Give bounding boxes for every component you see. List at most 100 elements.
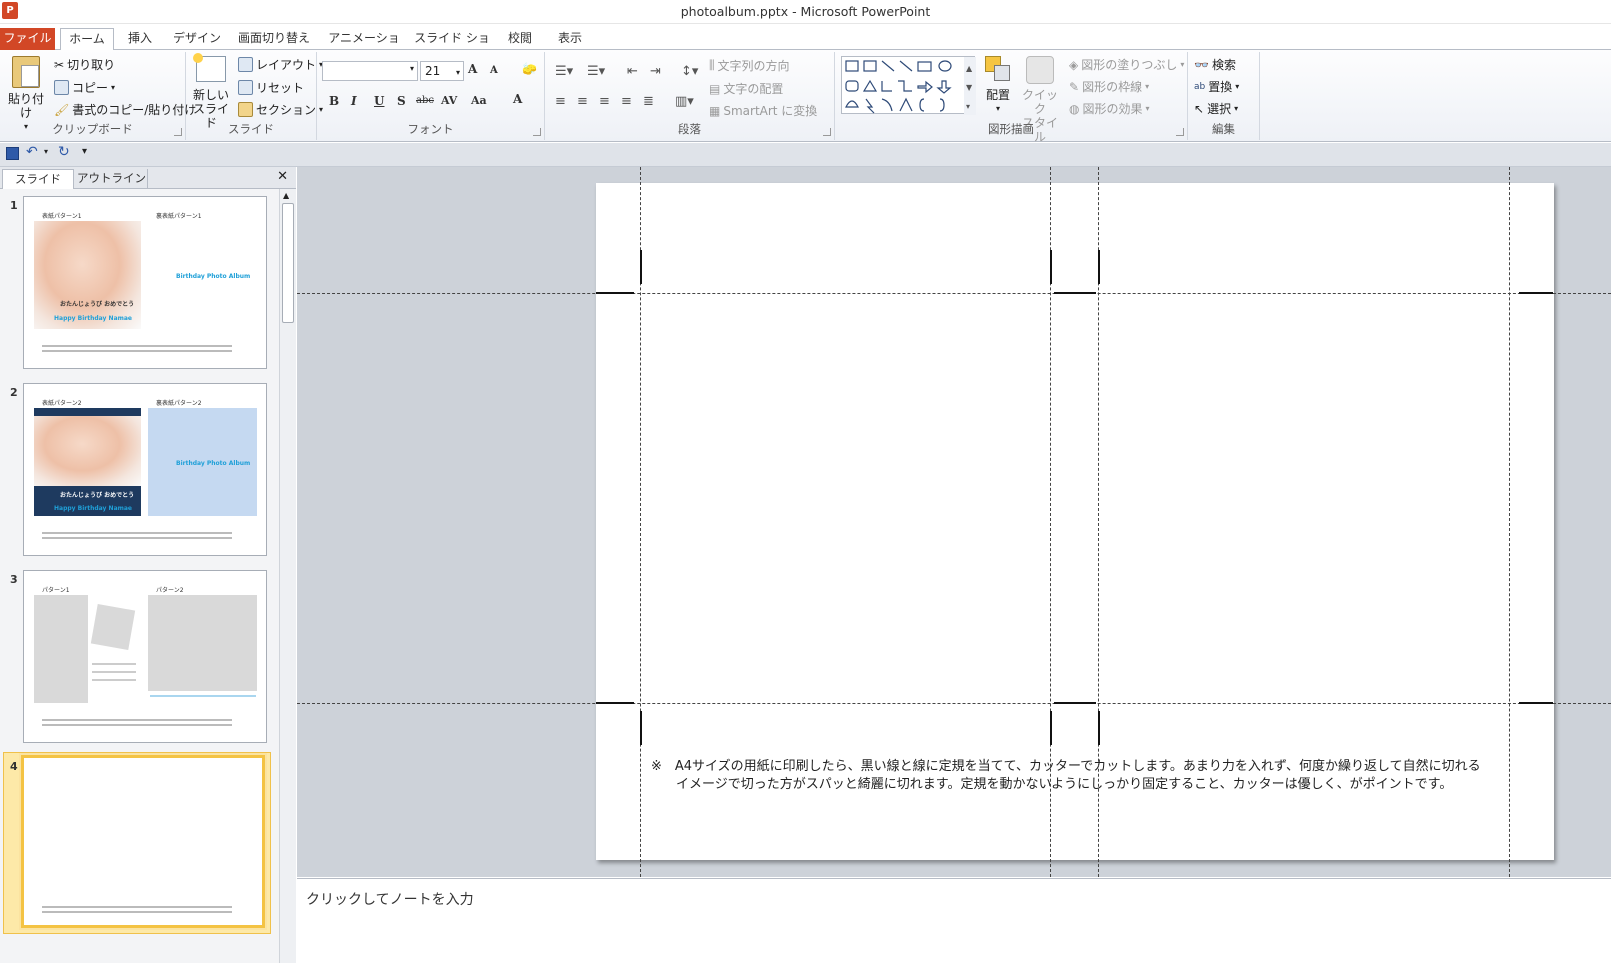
align-left-icon[interactable]: ≡ [555,94,566,109]
text-direction-button[interactable]: ⫼ 文字列の方向 [709,57,790,74]
pane-tab-outline[interactable]: アウトライン [76,169,148,189]
tab-insert[interactable]: 挿入 [120,28,160,50]
shape-outline-button[interactable]: ✎ 図形の枠線 ▾ [1069,78,1149,95]
align-right-icon[interactable]: ≡ [599,94,610,109]
text-direction-icon: ⫼ [709,58,715,72]
shadow-button[interactable]: S [397,94,406,108]
redo-icon[interactable]: ↻ [58,144,70,160]
slide-thumbnail-4[interactable] [21,755,265,928]
bold-button[interactable]: B [329,94,339,108]
crop-mark [640,250,642,284]
font-color-button[interactable]: A [513,92,522,106]
font-launcher-icon[interactable] [533,128,541,136]
change-case-button[interactable]: Aa [471,94,487,107]
decrease-indent-icon[interactable]: ⇤ [627,64,638,79]
guide-line[interactable] [1509,167,1510,877]
slide-editing-area[interactable]: ※ A4サイズの用紙に印刷したら、黒い線と線に定規を当てて、カッターでカットしま… [297,167,1611,877]
clear-formatting-icon[interactable]: 🧽 [522,62,538,78]
underline-button[interactable]: U [374,94,384,108]
align-text-label: 文字の配置 [723,82,784,96]
line-spacing-icon[interactable]: ↕▾ [681,64,698,79]
effects-icon: ◍ [1069,101,1080,116]
crop-mark [1050,711,1052,745]
section-button[interactable]: セクション ▾ [238,101,323,118]
tab-design[interactable]: デザイン [170,28,224,50]
arrange-button[interactable]: 配置 ▾ [981,56,1015,116]
slide-thumbnail-1[interactable]: 表紙パターン1 裏表紙パターン1 おたんじょうび おめでとう Happy Bir… [23,196,267,369]
layout-button[interactable]: レイアウト▾ [238,56,323,73]
shape-fill-button[interactable]: ◈ 図形の塗りつぶし ▾ [1069,56,1184,73]
columns-icon[interactable]: ▥▾ [675,94,694,109]
thumbnail-scrollbar[interactable]: ▲ [279,189,296,963]
tab-review[interactable]: 校閲 [502,28,538,50]
new-slide-button[interactable]: 新しい スライド [188,53,234,130]
justify-icon[interactable]: ≡ [621,94,632,109]
quick-styles-icon [1026,56,1054,84]
select-button[interactable]: ↖ 選択 ▾ [1194,100,1238,117]
distributed-icon[interactable]: ≣ [643,94,654,109]
font-name-combo[interactable]: ▾ [322,61,418,81]
new-slide-label-1: 新しい [192,88,229,102]
tab-view[interactable]: 表示 [552,28,588,50]
paragraph-launcher-icon[interactable] [823,128,831,136]
photo-placeholder [148,595,257,691]
current-slide[interactable]: ※ A4サイズの用紙に印刷したら、黒い線と線に定規を当てて、カッターでカットしま… [596,183,1554,860]
undo-icon[interactable]: ↶ [26,144,38,160]
crop-mark [596,702,634,704]
shape-effects-button[interactable]: ◍ 図形の効果 ▾ [1069,100,1150,117]
guide-line[interactable] [297,293,1611,294]
thumb-text: Happy Birthday Namae [54,315,132,322]
tab-home[interactable]: ホーム [60,28,114,51]
tab-transitions[interactable]: 画面切り替え [234,28,314,50]
tab-animations[interactable]: アニメーション [324,28,404,66]
numbering-icon[interactable]: ☰▾ [587,64,605,79]
smartart-button[interactable]: ▦ SmartArt に変換 [709,102,817,119]
cut-button[interactable]: ✂ 切り取り [54,56,115,73]
brush-icon: 🖌 [54,102,70,117]
font-group: ▾ 21 ▾ A A 🧽 B I U S abc AV Aa A フォント [317,52,545,140]
tab-slideshow[interactable]: スライド ショー [414,28,490,66]
notes-pane[interactable]: クリックしてノートを入力 [297,878,1611,963]
tab-file[interactable]: ファイル [0,28,55,50]
format-painter-button[interactable]: 🖌 書式のコピー/貼り付け [54,101,196,118]
svg-text:▲: ▲ [966,64,973,73]
smartart-label: SmartArt に変換 [723,104,818,118]
thumb-note-line [42,724,232,726]
thumbnail-list[interactable]: 1 表紙パターン1 裏表紙パターン1 おたんじょうび おめでとう Happy B… [0,189,296,963]
italic-button[interactable]: I [351,94,357,108]
shrink-font-button[interactable]: A [490,65,498,76]
copy-label: コピー [72,81,109,95]
section-label: セクション [256,103,317,117]
align-center-icon[interactable]: ≡ [577,94,588,109]
align-text-button[interactable]: ▤ 文字の配置 [709,80,783,97]
ribbon: 貼り付け ▾ ✂ 切り取り コピー ▾ 🖌 書式のコピー/貼り付け クリップボード 新… [0,50,1611,144]
replace-button[interactable]: ab 置換 ▾ [1194,78,1239,95]
thumb-note-line [42,911,232,913]
slide-note-text[interactable]: ※ A4サイズの用紙に印刷したら、黒い線と線に定規を当てて、カッターでカットしま… [651,758,1481,794]
find-button[interactable]: 👓 検索 [1194,56,1236,73]
notes-placeholder[interactable]: クリックしてノートを入力 [306,889,474,909]
font-size-combo[interactable]: 21 ▾ [420,61,464,81]
slide-thumbnail-3[interactable]: パターン1 パターン2 [23,570,267,743]
pane-tab-slides[interactable]: スライド [2,169,74,189]
clipboard-launcher-icon[interactable] [174,128,182,136]
reset-button[interactable]: リセット [238,79,304,96]
customize-qat-icon[interactable]: ▾ [82,146,87,157]
bullets-icon[interactable]: ☰▾ [555,64,573,79]
scroll-thumb[interactable] [282,203,294,323]
scroll-up-icon[interactable]: ▲ [283,191,289,200]
character-spacing-button[interactable]: AV [441,94,457,107]
strikethrough-button[interactable]: abc [416,95,434,106]
drawing-launcher-icon[interactable] [1176,128,1184,136]
thumb-text: Birthday Photo Album [176,460,251,467]
close-pane-icon[interactable]: ✕ [277,169,288,184]
grow-font-button[interactable]: A [468,62,477,76]
slide-thumbnail-2[interactable]: 表紙パターン2 裏表紙パターン2 おたんじょうび おめでとう Happy Bir… [23,383,267,556]
undo-dropdown-icon[interactable]: ▾ [44,147,48,156]
save-icon[interactable] [6,147,19,160]
photo-placeholder [34,595,88,703]
increase-indent-icon[interactable]: ⇥ [650,64,661,79]
copy-button[interactable]: コピー ▾ [54,79,115,96]
shapes-gallery[interactable]: ▲ ▼ ▾ [841,56,976,115]
guide-line[interactable] [297,703,1611,704]
